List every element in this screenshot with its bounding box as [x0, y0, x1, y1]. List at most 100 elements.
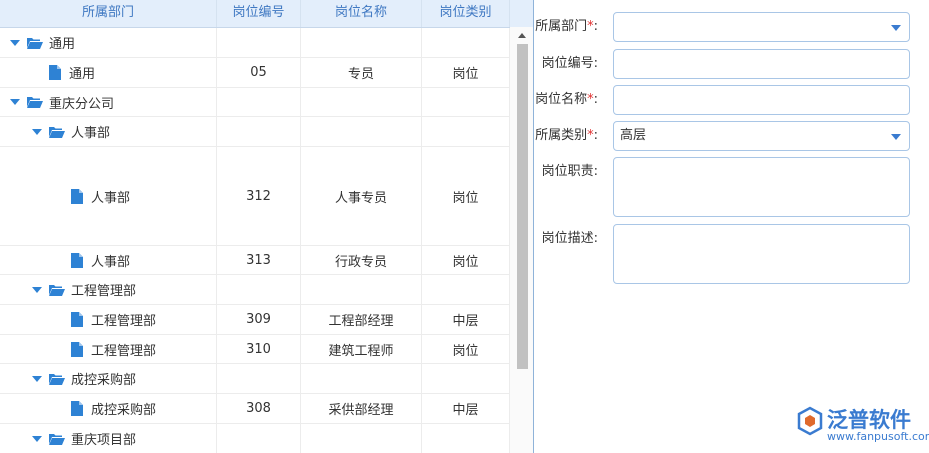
tree-folder-row[interactable]: 成控采购部 [0, 364, 510, 394]
table-row[interactable]: 通用 05 专员 岗位 [0, 58, 510, 88]
dept-cell: 成控采购部 [0, 364, 217, 393]
expand-toggle-icon[interactable] [32, 375, 42, 382]
position-name-cell [301, 88, 422, 116]
column-header-category[interactable]: 岗位类别 [422, 0, 510, 27]
dept-label: 通用 [49, 37, 76, 52]
folder-open-icon [27, 37, 43, 49]
brand-url: www.fanpusoft.com [827, 430, 929, 443]
category-select[interactable]: 高层 [613, 121, 910, 151]
chevron-down-icon[interactable] [891, 25, 901, 31]
category-cell [422, 117, 510, 146]
code-cell: 312 [217, 147, 301, 245]
category-cell: 岗位 [422, 147, 510, 245]
duty-label: 岗位职责: [541, 164, 598, 179]
header-spacer [510, 0, 533, 28]
tree-folder-row[interactable]: 通用 [0, 28, 510, 58]
folder-open-icon [27, 97, 43, 108]
position-name-cell: 采供部经理 [301, 394, 422, 423]
code-label: 岗位编号: [541, 56, 598, 71]
column-header-dept[interactable]: 所属部门 [0, 0, 217, 27]
dept-cell: 重庆项目部 [0, 424, 217, 453]
category-cell: 中层 [422, 305, 510, 334]
dept-cell: 通用 [0, 58, 217, 87]
brand-mark-icon [797, 406, 823, 436]
position-form: 所属部门*: 岗位编号: 岗位名称*: 所属类别*: 高层 岗位职责: 岗位描述… [534, 0, 929, 453]
dept-cell: 工程管理部 [0, 335, 217, 363]
brand-logo: 泛普软件 www.fanpusoft.com [796, 404, 929, 446]
column-header-name[interactable]: 岗位名称 [301, 0, 422, 27]
expand-toggle-icon[interactable] [10, 99, 20, 105]
category-cell: 岗位 [422, 58, 510, 87]
table-row[interactable]: 人事部 313 行政专员 岗位 [0, 246, 510, 275]
form-row-desc: 岗位描述: [534, 224, 910, 284]
file-icon [71, 188, 83, 204]
code-cell [217, 424, 301, 453]
dept-cell: 通用 [0, 28, 217, 57]
code-cell [217, 364, 301, 393]
code-cell [217, 28, 301, 57]
dept-label: 人事部 [71, 126, 111, 141]
category-cell: 岗位 [422, 246, 510, 274]
file-icon [71, 341, 83, 357]
dept-label: 人事部 [91, 190, 131, 206]
dept-label: 工程管理部 [91, 343, 157, 359]
folder-open-icon [49, 126, 65, 138]
table-row[interactable]: 成控采购部 308 采供部经理 中层 [0, 394, 510, 424]
code-cell: 310 [217, 335, 301, 363]
code-cell [217, 275, 301, 304]
form-row-duty: 岗位职责: [534, 157, 910, 217]
file-icon [71, 401, 83, 416]
form-row-name: 岗位名称*: [534, 85, 910, 115]
column-header-code[interactable]: 岗位编号 [217, 0, 301, 27]
tree-folder-row[interactable]: 重庆分公司 [0, 88, 510, 117]
file-icon [49, 65, 61, 80]
code-cell [217, 88, 301, 116]
chevron-down-icon[interactable] [891, 134, 901, 140]
form-row-dept: 所属部门*: [534, 12, 910, 42]
scroll-up-icon[interactable] [518, 33, 526, 38]
expand-toggle-icon[interactable] [32, 435, 42, 442]
expand-toggle-icon[interactable] [32, 286, 42, 293]
dept-cell: 重庆分公司 [0, 88, 217, 116]
position-name-cell [301, 28, 422, 57]
code-input[interactable] [613, 49, 910, 79]
code-cell [217, 117, 301, 146]
name-input[interactable] [613, 85, 910, 115]
duty-textarea[interactable] [613, 157, 910, 217]
tree-folder-row[interactable]: 工程管理部 [0, 275, 510, 305]
position-name-cell [301, 424, 422, 453]
folder-open-icon [49, 373, 65, 385]
dept-label: 人事部 [91, 254, 131, 270]
scrollbar-thumb[interactable] [517, 44, 528, 369]
dept-label: 工程管理部 [91, 314, 157, 329]
expand-toggle-icon[interactable] [10, 39, 20, 46]
dept-label: 重庆项目部 [71, 433, 137, 448]
dept-label: 重庆分公司 [49, 96, 115, 112]
dept-label: 成控采购部 [71, 373, 137, 388]
dept-cell: 工程管理部 [0, 275, 217, 304]
table-row[interactable]: 人事部 312 人事专员 岗位 [0, 147, 510, 246]
tree-folder-row[interactable]: 人事部 [0, 117, 510, 147]
position-name-cell [301, 364, 422, 393]
table-row[interactable]: 工程管理部 310 建筑工程师 岗位 [0, 335, 510, 364]
form-row-category: 所属类别*: 高层 [534, 121, 910, 151]
category-cell [422, 275, 510, 304]
desc-textarea[interactable] [613, 224, 910, 284]
position-name-cell [301, 275, 422, 304]
position-name-cell: 人事专员 [301, 147, 422, 245]
expand-toggle-icon[interactable] [32, 128, 42, 135]
dept-label: 成控采购部 [91, 403, 157, 418]
vertical-scrollbar[interactable] [510, 27, 533, 453]
dept-select[interactable] [613, 12, 910, 42]
category-cell: 中层 [422, 394, 510, 423]
position-name-cell: 行政专员 [301, 246, 422, 274]
dept-cell: 人事部 [0, 147, 217, 245]
table-row[interactable]: 工程管理部 309 工程部经理 中层 [0, 305, 510, 335]
grid-header: 所属部门 岗位编号 岗位名称 岗位类别 [0, 0, 510, 28]
position-name-cell: 建筑工程师 [301, 335, 422, 363]
category-cell [422, 28, 510, 57]
position-grid: 所属部门 岗位编号 岗位名称 岗位类别 通用 通用 05 专员 岗位 重庆分公司 人事部 人事… [0, 0, 534, 453]
position-name-cell: 工程部经理 [301, 305, 422, 334]
tree-folder-row[interactable]: 重庆项目部 [0, 424, 510, 453]
form-row-code: 岗位编号: [534, 49, 910, 79]
